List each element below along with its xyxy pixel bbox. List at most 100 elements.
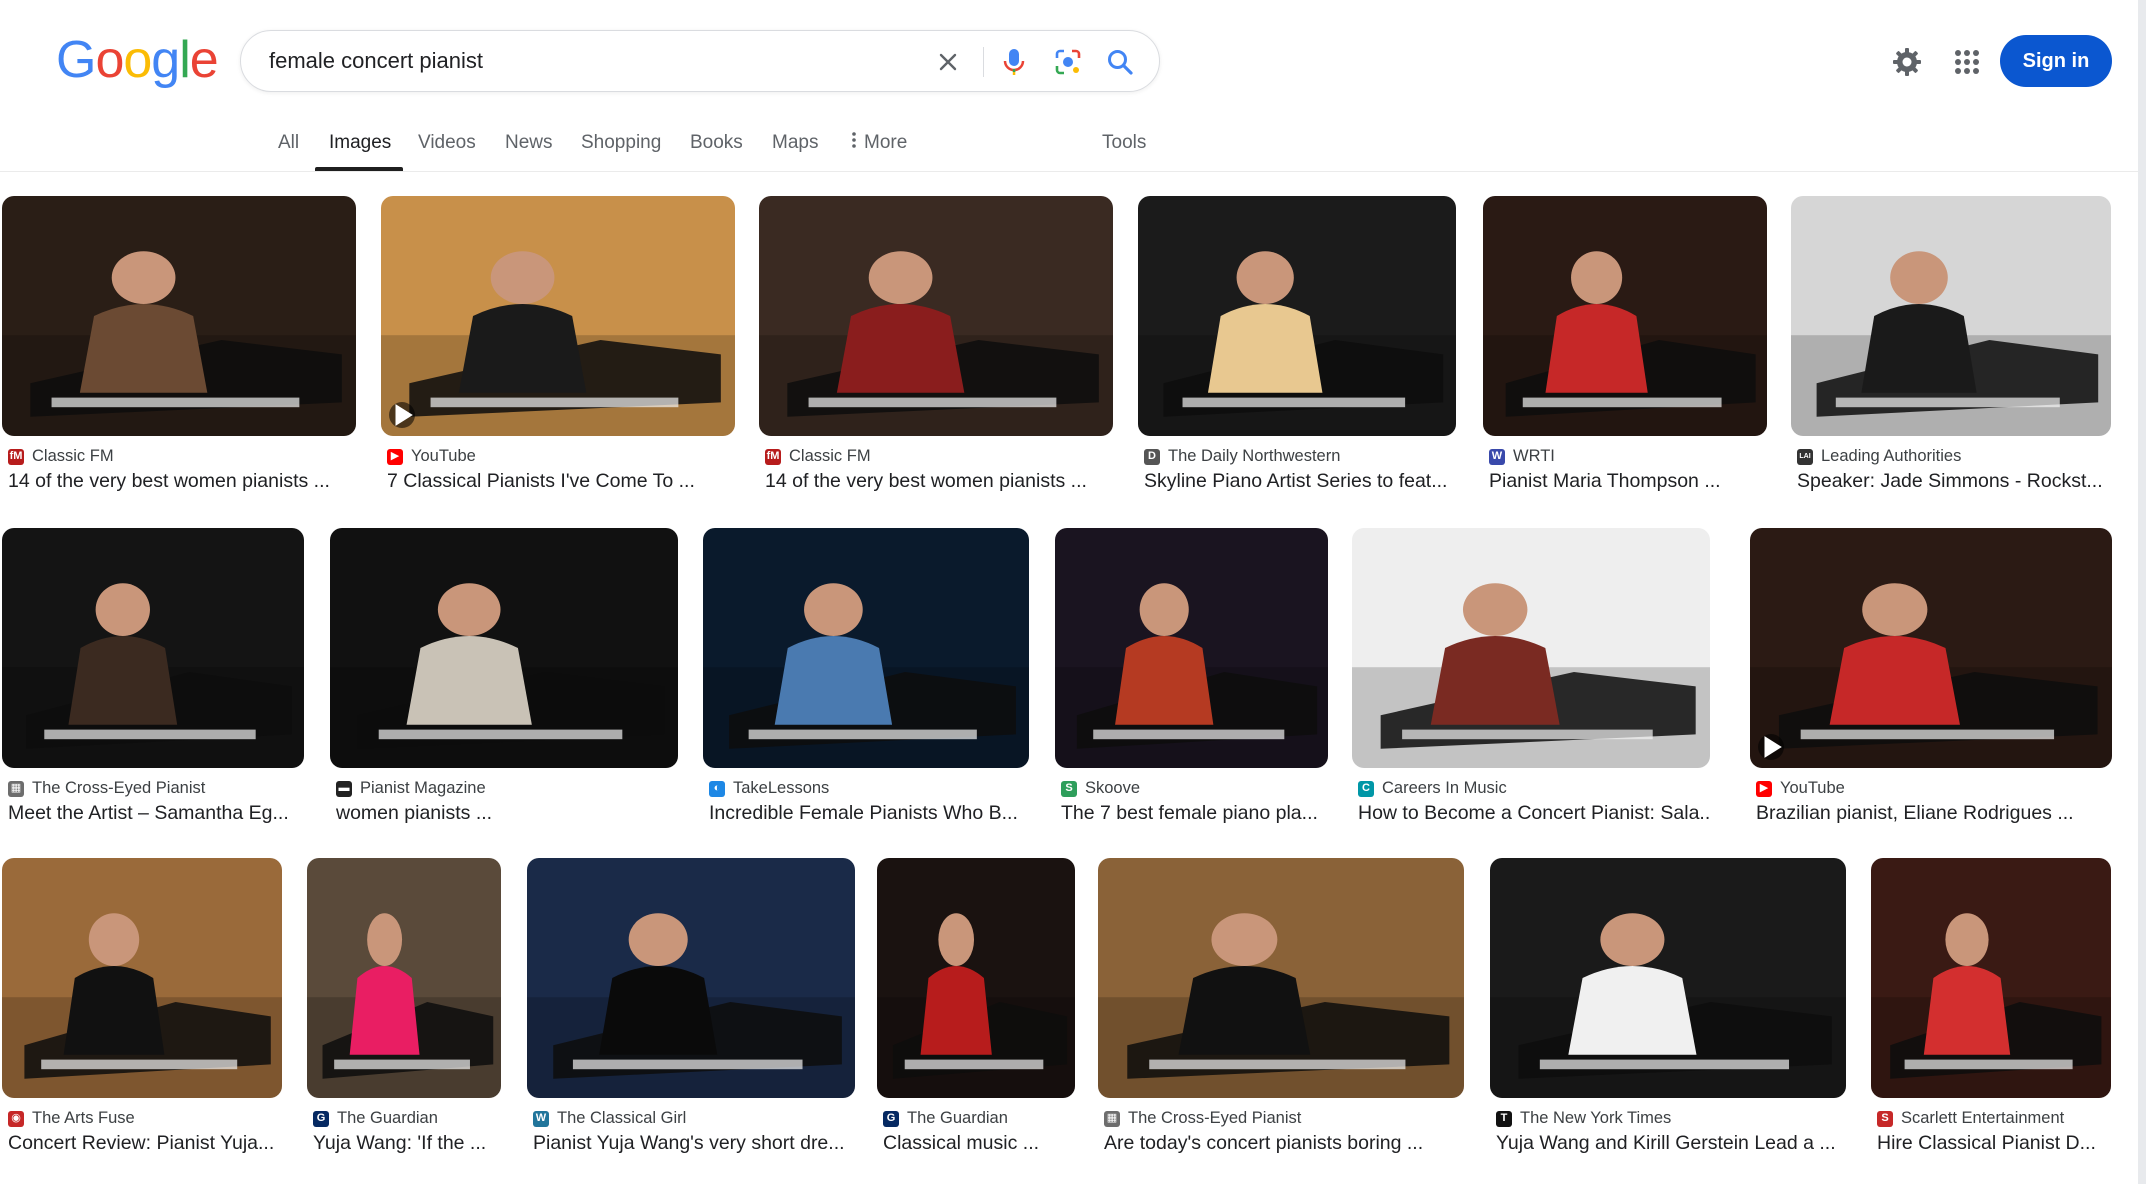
result-source[interactable]: ▬ Pianist Magazine — [336, 779, 486, 798]
result-source-label: The New York Times — [1520, 1109, 1672, 1127]
thumbnail-picture — [1750, 528, 2112, 768]
clear-icon[interactable] — [931, 45, 965, 79]
image-thumbnail[interactable] — [1055, 528, 1328, 768]
result-title[interactable]: Classical music ... — [883, 1132, 1039, 1155]
result-title[interactable]: Skyline Piano Artist Series to feat... — [1144, 470, 1447, 493]
image-thumbnail[interactable] — [877, 858, 1075, 1098]
thumbnail-picture — [877, 858, 1075, 1098]
result-source[interactable]: S Skoove — [1061, 779, 1140, 798]
image-thumbnail[interactable] — [1791, 196, 2111, 436]
source-favicon-icon: fM — [765, 448, 781, 465]
result-title[interactable]: Meet the Artist – Samantha Eg... — [8, 802, 289, 825]
tab-all[interactable]: All — [278, 132, 299, 154]
tab-maps[interactable]: Maps — [772, 132, 818, 154]
thumbnail-picture — [703, 528, 1029, 768]
thumbnail-picture — [759, 196, 1113, 436]
tab-tools[interactable]: Tools — [1102, 132, 1146, 154]
thumbnail-picture — [1055, 528, 1328, 768]
image-thumbnail[interactable] — [759, 196, 1113, 436]
window-edge — [2138, 0, 2146, 1184]
result-title[interactable]: Speaker: Jade Simmons - Rockst... — [1797, 470, 2103, 493]
tab-books[interactable]: Books — [690, 132, 743, 154]
tab-shopping[interactable]: Shopping — [581, 132, 661, 154]
result-source[interactable]: ▶ YouTube — [387, 447, 476, 466]
result-title[interactable]: 14 of the very best women pianists ... — [765, 470, 1087, 493]
result-source-label: Classic FM — [32, 447, 114, 465]
result-title[interactable]: The 7 best female piano pla... — [1061, 802, 1318, 825]
image-thumbnail[interactable] — [2, 528, 304, 768]
result-title[interactable]: How to Become a Concert Pianist: Sala... — [1358, 802, 1710, 825]
tab-videos[interactable]: Videos — [418, 132, 476, 154]
image-thumbnail[interactable] — [1098, 858, 1464, 1098]
result-title[interactable]: Yuja Wang: 'If the ... — [313, 1132, 486, 1155]
camera-lens-icon[interactable] — [1051, 45, 1085, 79]
result-title[interactable]: Yuja Wang and Kirill Gerstein Lead a ... — [1496, 1132, 1836, 1155]
result-title[interactable]: Incredible Female Pianists Who B... — [709, 802, 1018, 825]
image-thumbnail[interactable] — [1750, 528, 2112, 768]
logo-letter: o — [123, 31, 152, 89]
search-input[interactable] — [267, 31, 907, 91]
source-favicon-icon: ▬ — [336, 780, 352, 797]
logo-letter: G — [56, 31, 96, 89]
result-source[interactable]: C Careers In Music — [1358, 779, 1507, 798]
source-favicon-icon: S — [1061, 780, 1077, 797]
search-icon[interactable] — [1103, 45, 1137, 79]
search-box[interactable] — [240, 30, 1160, 92]
result-source-label: YouTube — [411, 447, 476, 465]
image-thumbnail[interactable] — [1483, 196, 1767, 436]
result-source[interactable]: W The Classical Girl — [533, 1109, 686, 1128]
result-source[interactable]: ◐ TakeLessons — [709, 779, 829, 798]
result-title[interactable]: 14 of the very best women pianists ... — [8, 470, 330, 493]
microphone-icon[interactable] — [997, 45, 1031, 79]
image-thumbnail[interactable] — [307, 858, 501, 1098]
image-thumbnail[interactable] — [1871, 858, 2111, 1098]
result-source[interactable]: fM Classic FM — [8, 447, 114, 466]
image-thumbnail[interactable] — [381, 196, 735, 436]
result-title[interactable]: Concert Review: Pianist Yuja... — [8, 1132, 274, 1155]
result-title[interactable]: 7 Classical Pianists I've Come To ... — [387, 470, 695, 493]
result-source[interactable]: fM Classic FM — [765, 447, 871, 466]
result-source[interactable]: W WRTI — [1489, 447, 1555, 466]
source-favicon-icon: LAI — [1797, 448, 1813, 465]
gear-icon[interactable] — [1887, 42, 1927, 82]
result-title[interactable]: Are today's concert pianists boring ... — [1104, 1132, 1423, 1155]
image-thumbnail[interactable] — [703, 528, 1029, 768]
active-tab-indicator — [315, 167, 403, 171]
image-thumbnail[interactable] — [330, 528, 678, 768]
image-thumbnail[interactable] — [527, 858, 855, 1098]
source-favicon-icon: ▦ — [1104, 1110, 1120, 1127]
image-thumbnail[interactable] — [1352, 528, 1710, 768]
result-source[interactable]: G The Guardian — [313, 1109, 438, 1128]
result-source[interactable]: ▶ YouTube — [1756, 779, 1845, 798]
result-source[interactable]: T The New York Times — [1496, 1109, 1671, 1128]
result-title[interactable]: women pianists ... — [336, 802, 492, 825]
result-source[interactable]: ▦ The Cross-Eyed Pianist — [8, 779, 205, 798]
result-source[interactable]: LAI Leading Authorities — [1797, 447, 1961, 466]
image-thumbnail[interactable] — [1490, 858, 1846, 1098]
result-title[interactable]: Hire Classical Pianist D... — [1877, 1132, 2096, 1155]
thumbnail-picture — [307, 858, 501, 1098]
play-icon — [389, 402, 415, 428]
play-icon — [1758, 734, 1784, 760]
result-source[interactable]: ▦ The Cross-Eyed Pianist — [1104, 1109, 1301, 1128]
result-source[interactable]: ◉ The Arts Fuse — [8, 1109, 135, 1128]
image-thumbnail[interactable] — [2, 858, 282, 1098]
result-title[interactable]: Pianist Yuja Wang's very short dre... — [533, 1132, 845, 1155]
tab-news[interactable]: News — [505, 132, 553, 154]
result-source[interactable]: D The Daily Northwestern — [1144, 447, 1340, 466]
image-thumbnail[interactable] — [2, 196, 356, 436]
image-thumbnail[interactable] — [1138, 196, 1456, 436]
google-logo[interactable]: Google — [56, 31, 219, 89]
result-source-label: The Guardian — [907, 1109, 1008, 1127]
result-source[interactable]: S Scarlett Entertainment — [1877, 1109, 2064, 1128]
sign-in-button[interactable]: Sign in — [2000, 35, 2112, 87]
result-title[interactable]: Brazilian pianist, Eliane Rodrigues ... — [1756, 802, 2074, 825]
apps-grid-icon[interactable] — [1947, 42, 1987, 82]
result-source-label: The Arts Fuse — [32, 1109, 135, 1127]
result-source[interactable]: G The Guardian — [883, 1109, 1008, 1128]
result-title[interactable]: Pianist Maria Thompson ... — [1489, 470, 1721, 493]
source-favicon-icon: ▦ — [8, 780, 24, 797]
tab-images[interactable]: Images — [329, 132, 391, 154]
result-source-label: The Guardian — [337, 1109, 438, 1127]
tab-more[interactable]: More — [852, 132, 907, 154]
